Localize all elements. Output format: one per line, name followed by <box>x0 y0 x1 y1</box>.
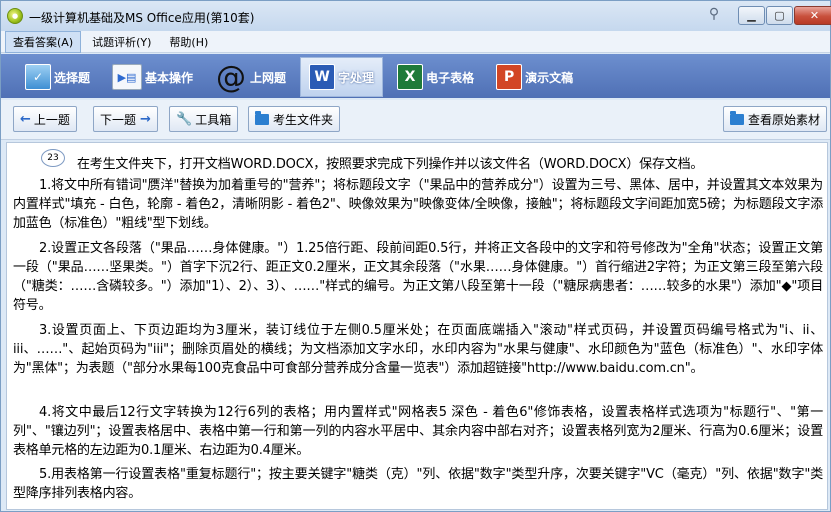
module-presentation[interactable]: P 演示文稿 <box>488 57 581 97</box>
app-window: ● 一级计算机基础及MS Office应用(第10套) ⚲ ▁ ▢ ✕ 查看答案… <box>0 0 831 512</box>
folder-icon <box>255 110 269 125</box>
question-item-3: 3.设置页面上、下页边距均为3厘米，装订线位于左侧0.5厘米处；在页面底端插入"… <box>13 323 823 376</box>
module-toolbar: ✓ 选择题 ▶▤ 基本操作 @ 上网题 W 字处理 X 电子表格 P 演示文稿 <box>1 54 830 98</box>
basic-operation-icon: ▶▤ <box>112 64 143 90</box>
next-question-label: 下一题 <box>100 112 137 127</box>
app-logo-icon: ● <box>7 8 23 24</box>
module-basic-operation[interactable]: ▶▤ 基本操作 <box>104 57 201 97</box>
excel-icon: X <box>397 64 424 90</box>
folder-icon <box>730 110 744 125</box>
view-original-label: 查看原始素材 <box>748 112 821 127</box>
powerpoint-icon: P <box>496 64 523 90</box>
module-internet[interactable]: @ 上网题 <box>207 57 294 97</box>
module-label: 上网题 <box>250 70 287 85</box>
arrow-right-icon: → <box>140 111 151 127</box>
wrench-icon: 🔧 <box>176 111 193 127</box>
choice-icon: ✓ <box>25 64 51 90</box>
view-original-button[interactable]: 查看原始素材 <box>723 106 828 132</box>
module-label: 基本操作 <box>145 70 194 85</box>
question-item-4: 4.将文中最后12行文字转换为12行6列的表格；用内置样式"网格表5 深色 - … <box>13 405 823 458</box>
maximize-button[interactable]: ▢ <box>766 6 793 25</box>
question-item-2: 2.设置正文各段落（"果品……身体健康。"）1.25倍行距、段前间距0.5行，并… <box>13 241 823 313</box>
title-bar[interactable]: ● 一级计算机基础及MS Office应用(第10套) ⚲ ▁ ▢ ✕ <box>1 1 831 31</box>
menu-help[interactable]: 帮助(H) <box>162 32 215 52</box>
at-icon: @ <box>216 59 247 95</box>
module-word-processing[interactable]: W 字处理 <box>300 57 384 97</box>
word-icon: W <box>309 64 336 90</box>
toolbox-button[interactable]: 🔧 工具箱 <box>169 106 239 132</box>
menu-bar: 查看答案(A) 试题评析(Y) 帮助(H) <box>1 30 830 53</box>
menu-view-answer[interactable]: 查看答案(A) <box>5 30 82 53</box>
module-choice[interactable]: ✓ 选择题 <box>17 57 98 97</box>
module-label: 字处理 <box>338 70 375 85</box>
menu-question-analysis[interactable]: 试题评析(Y) <box>85 32 158 52</box>
question-intro: 在考生文件夹下，打开文档WORD.DOCX，按照要求完成下列操作并以该文件名（W… <box>77 157 704 172</box>
prev-question-button[interactable]: ← 上一题 <box>13 106 77 132</box>
module-label: 演示文稿 <box>525 70 574 85</box>
student-folder-button[interactable]: 考生文件夹 <box>248 106 341 132</box>
module-label: 选择题 <box>54 70 91 85</box>
next-question-button[interactable]: 下一题 → <box>93 106 158 132</box>
navigation-toolbar: ← 上一题 下一题 → 🔧 工具箱 考生文件夹 查看原始素材 <box>1 100 830 140</box>
question-item-5: 5.用表格第一行设置表格"重复标题行"；按主要关键字"糖类（克）"列、依据"数字… <box>13 467 823 501</box>
module-spreadsheet[interactable]: X 电子表格 <box>389 57 482 97</box>
module-label: 电子表格 <box>426 70 475 85</box>
close-button[interactable]: ✕ <box>794 6 831 25</box>
question-content[interactable]: 23 在考生文件夹下，打开文档WORD.DOCX，按照要求完成下列操作并以该文件… <box>6 142 828 510</box>
window-title: 一级计算机基础及MS Office应用(第10套) <box>29 11 255 25</box>
pin-icon[interactable]: ⚲ <box>706 5 722 23</box>
arrow-left-icon: ← <box>20 111 31 127</box>
question-item-1: 1.将文中所有错词"赝洋"替换为加着重号的"营养"；将标题段文字（"果品中的营养… <box>13 178 823 231</box>
toolbox-label: 工具箱 <box>195 112 232 127</box>
student-folder-label: 考生文件夹 <box>273 112 334 127</box>
minimize-button[interactable]: ▁ <box>738 6 765 25</box>
prev-question-label: 上一题 <box>33 112 70 127</box>
window-controls: ▁ ▢ ✕ <box>738 6 831 25</box>
